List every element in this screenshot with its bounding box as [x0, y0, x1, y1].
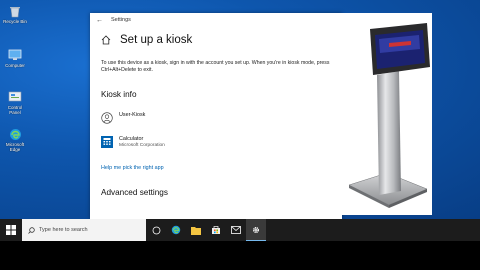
desktop-icon-label: Computer [5, 63, 25, 68]
settings-window: ← Settings Set up a kiosk To use this de… [90, 13, 342, 219]
user-icon [101, 112, 113, 124]
file-explorer-icon[interactable] [186, 219, 206, 241]
computer-icon [7, 48, 23, 62]
windows-logo-icon [6, 225, 16, 235]
kiosk-account-row[interactable]: User-Kiosk [101, 112, 342, 124]
desktop-icon-control-panel[interactable]: Control Panel [2, 90, 28, 115]
home-icon[interactable] [101, 35, 111, 45]
page-title: Set up a kiosk [120, 34, 193, 46]
control-panel-icon [7, 90, 23, 104]
search-placeholder: Type here to search [39, 227, 88, 233]
app-name: Calculator [119, 136, 144, 142]
window-title: Settings [111, 17, 131, 23]
help-pick-app-link[interactable]: Help me pick the right app [101, 165, 342, 171]
taskbar: Type here to search [0, 219, 480, 241]
start-button[interactable] [0, 219, 22, 241]
advanced-settings-heading: Advanced settings [101, 188, 168, 197]
letterbox-bottom [0, 241, 480, 270]
edge-icon [7, 127, 23, 141]
task-view-icon[interactable] [146, 219, 166, 241]
back-arrow-icon[interactable]: ← [96, 17, 103, 24]
store-icon[interactable] [206, 219, 226, 241]
calculator-icon [101, 136, 113, 148]
settings-icon [252, 226, 260, 233]
kiosk-app-row[interactable]: Calculator Microsoft Corporation [101, 136, 342, 148]
kiosk-description: To use this device as a kiosk, sign in w… [101, 60, 330, 73]
account-name: User-Kiosk [119, 112, 146, 118]
kiosk-illustration [348, 23, 430, 208]
mail-icon[interactable] [226, 219, 246, 241]
desktop-icon-edge[interactable]: Microsoft Edge [2, 127, 28, 152]
kiosk-stand-image [339, 13, 432, 215]
desktop-icon-computer[interactable]: Computer [2, 48, 28, 68]
page-header: Set up a kiosk [101, 34, 342, 46]
taskbar-settings-icon[interactable] [246, 219, 266, 241]
desktop-icon-label: Recycle Bin [3, 19, 27, 24]
app-publisher: Microsoft Corporation [119, 143, 165, 148]
taskbar-search-box[interactable]: Type here to search [22, 219, 146, 241]
search-icon [28, 226, 35, 234]
kiosk-info-heading: Kiosk info [101, 90, 137, 99]
desktop-icon-recycle-bin[interactable]: Recycle Bin [2, 4, 28, 24]
desktop-icon-label: Microsoft Edge [5, 142, 25, 152]
taskbar-edge-icon[interactable] [166, 219, 186, 241]
recycle-bin-icon [7, 4, 23, 18]
title-bar: ← Settings [90, 13, 342, 27]
desktop-icon-label: Control Panel [7, 105, 23, 115]
